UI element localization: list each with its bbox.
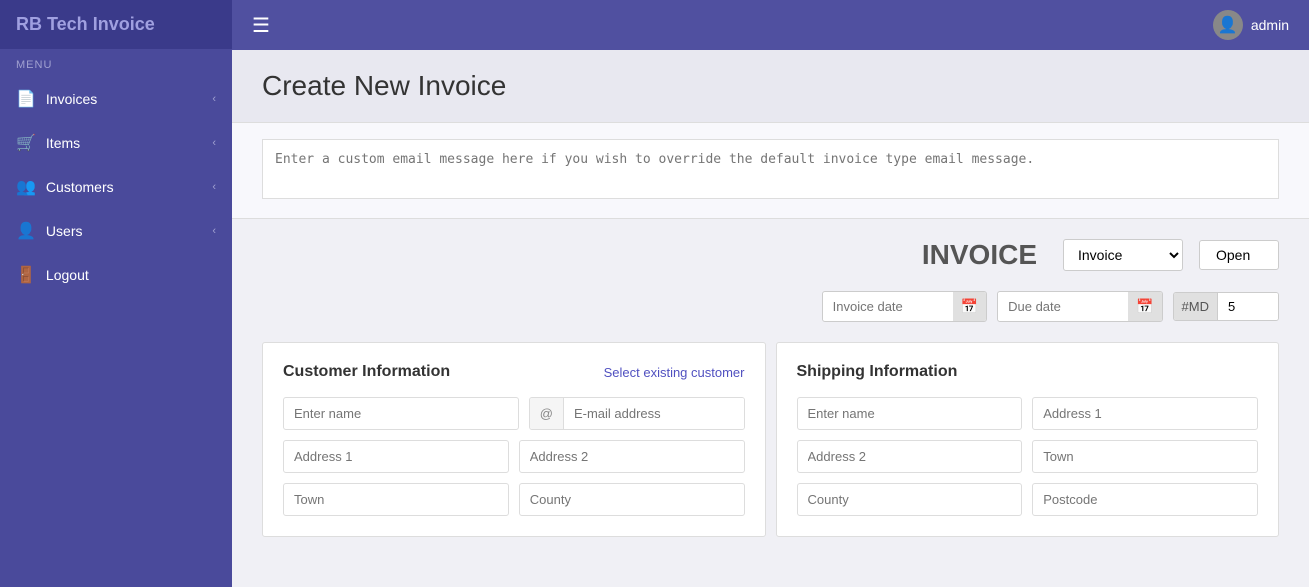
- forms-row: Customer Information Select existing cus…: [262, 342, 1279, 537]
- invoice-title: INVOICE: [922, 239, 1037, 271]
- shipping-information-section: Shipping Information: [776, 342, 1280, 537]
- invoice-date-calendar-btn[interactable]: 📅: [953, 292, 986, 321]
- due-date-input[interactable]: [998, 293, 1128, 320]
- customer-address2-input[interactable]: [519, 440, 745, 473]
- invoices-chevron: ‹: [212, 93, 216, 105]
- invoices-label: Invoices: [46, 91, 97, 107]
- admin-avatar: 👤: [1213, 10, 1243, 40]
- shipping-name-address1-row: [797, 397, 1259, 430]
- shipping-postcode-input[interactable]: [1032, 483, 1258, 516]
- select-existing-customer-link[interactable]: Select existing customer: [604, 365, 745, 380]
- customer-town-county-row: [283, 483, 745, 516]
- shipping-address2-town-row: [797, 440, 1259, 473]
- invoice-header-row: INVOICE Invoice Quote Credit Note Open: [262, 239, 1279, 271]
- items-icon: 🛒: [16, 133, 36, 153]
- logout-label: Logout: [46, 267, 89, 283]
- email-message-area: [232, 123, 1309, 219]
- admin-label: admin: [1251, 17, 1289, 33]
- page-header: Create New Invoice: [232, 50, 1309, 123]
- invoice-section: INVOICE Invoice Quote Credit Note Open 📅…: [232, 219, 1309, 557]
- page-title: Create New Invoice: [262, 70, 1279, 102]
- hamburger-icon[interactable]: ☰: [252, 13, 270, 38]
- menu-label: MENU: [0, 49, 232, 77]
- invoices-icon: 📄: [16, 89, 36, 109]
- main-content: Create New Invoice INVOICE Invoice Quote…: [232, 50, 1309, 587]
- admin-area: 👤 admin: [1213, 10, 1289, 40]
- sidebar-item-customers[interactable]: 👥 Customers ‹: [0, 165, 232, 209]
- customer-form-grid: @: [283, 397, 745, 516]
- users-label: Users: [46, 223, 83, 239]
- items-label: Items: [46, 135, 80, 151]
- customer-address1-row: [283, 440, 745, 473]
- sidebar-item-items[interactable]: 🛒 Items ‹: [0, 121, 232, 165]
- customer-address1-input[interactable]: [283, 440, 509, 473]
- customers-icon: 👥: [16, 177, 36, 197]
- customer-name-email-row: @: [283, 397, 745, 430]
- sidebar-item-invoices[interactable]: 📄 Invoices ‹: [0, 77, 232, 121]
- items-chevron: ‹: [212, 137, 216, 149]
- md-input[interactable]: [1218, 293, 1278, 320]
- shipping-name-input[interactable]: [797, 397, 1023, 430]
- invoice-date-input[interactable]: [823, 293, 953, 320]
- customers-label: Customers: [46, 179, 114, 195]
- invoice-status: Open: [1199, 240, 1279, 270]
- customer-email-group: @: [529, 397, 745, 430]
- invoice-dates-row: 📅 📅 #MD: [262, 291, 1279, 322]
- email-message-input[interactable]: [262, 139, 1279, 199]
- shipping-form-grid: [797, 397, 1259, 516]
- users-icon: 👤: [16, 221, 36, 241]
- customer-town-input[interactable]: [283, 483, 509, 516]
- due-date-calendar-btn[interactable]: 📅: [1128, 292, 1161, 321]
- logo-text-invoice: Invoice: [93, 14, 155, 34]
- shipping-county-input[interactable]: [797, 483, 1023, 516]
- customer-county-input[interactable]: [519, 483, 745, 516]
- customer-email-input[interactable]: [564, 398, 745, 429]
- shipping-town-input[interactable]: [1032, 440, 1258, 473]
- sidebar-item-logout[interactable]: 🚪 Logout: [0, 253, 232, 297]
- sidebar: RB Tech Invoice MENU 📄 Invoices ‹ 🛒 Item…: [0, 0, 232, 587]
- customer-information-section: Customer Information Select existing cus…: [262, 342, 766, 537]
- customer-section-title: Customer Information: [283, 363, 450, 381]
- sidebar-item-users[interactable]: 👤 Users ‹: [0, 209, 232, 253]
- customer-name-input[interactable]: [283, 397, 519, 430]
- logo-text-rb: RB Tech: [16, 14, 88, 34]
- due-date-group: 📅: [997, 291, 1162, 322]
- shipping-section-header: Shipping Information: [797, 363, 1259, 381]
- customers-chevron: ‹: [212, 181, 216, 193]
- app-logo: RB Tech Invoice: [0, 0, 232, 49]
- md-prefix: #MD: [1174, 293, 1218, 320]
- shipping-address2-input[interactable]: [797, 440, 1023, 473]
- topbar: ☰ 👤 admin: [232, 0, 1309, 50]
- logout-icon: 🚪: [16, 265, 36, 285]
- customer-section-header: Customer Information Select existing cus…: [283, 363, 745, 381]
- shipping-address1-input[interactable]: [1032, 397, 1258, 430]
- invoice-type-select[interactable]: Invoice Quote Credit Note: [1063, 239, 1183, 271]
- at-symbol: @: [530, 398, 564, 429]
- md-field: #MD: [1173, 292, 1279, 321]
- invoice-date-group: 📅: [822, 291, 987, 322]
- shipping-section-title: Shipping Information: [797, 363, 958, 381]
- users-chevron: ‹: [212, 225, 216, 237]
- shipping-county-postcode-row: [797, 483, 1259, 516]
